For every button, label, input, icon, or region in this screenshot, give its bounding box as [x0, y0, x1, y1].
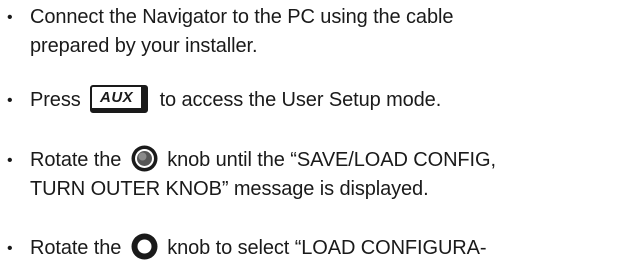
text-line: prepared by your installer. — [30, 35, 258, 57]
text-segment: knob to select “LOAD CONFIGURA- — [167, 237, 487, 259]
bullet: • — [7, 92, 13, 109]
text-line: TURN OUTER KNOB” message is displayed. — [30, 178, 429, 200]
aux-key-icon: AUX — [90, 84, 149, 113]
text-line: Connect the Navigator to the PC using th… — [30, 6, 454, 28]
list-item-text: Rotate the knob until the “SAVE/LOAD CON… — [30, 144, 642, 204]
instruction-list: • Connect the Navigator to the PC using … — [0, 0, 642, 270]
list-item-text: Press AUX to access the User Setup mode. — [30, 84, 642, 115]
aux-key-label: AUX — [100, 88, 134, 106]
text-segment: Rotate the — [30, 149, 122, 171]
bullet: • — [7, 9, 13, 26]
list-item-text: Rotate the knob to select “LOAD CONFIGUR… — [30, 232, 642, 263]
inner-knob-icon — [130, 144, 159, 173]
bullet: • — [7, 152, 13, 169]
text-segment: Press — [30, 89, 81, 111]
text-segment: knob until the “SAVE/LOAD CONFIG, — [167, 149, 496, 171]
list-item-text: Connect the Navigator to the PC using th… — [30, 3, 642, 61]
bullet: • — [7, 240, 13, 257]
text-segment: to access the User Setup mode. — [159, 89, 442, 111]
text-segment: Rotate the — [30, 237, 122, 259]
outer-knob-icon — [130, 232, 159, 261]
